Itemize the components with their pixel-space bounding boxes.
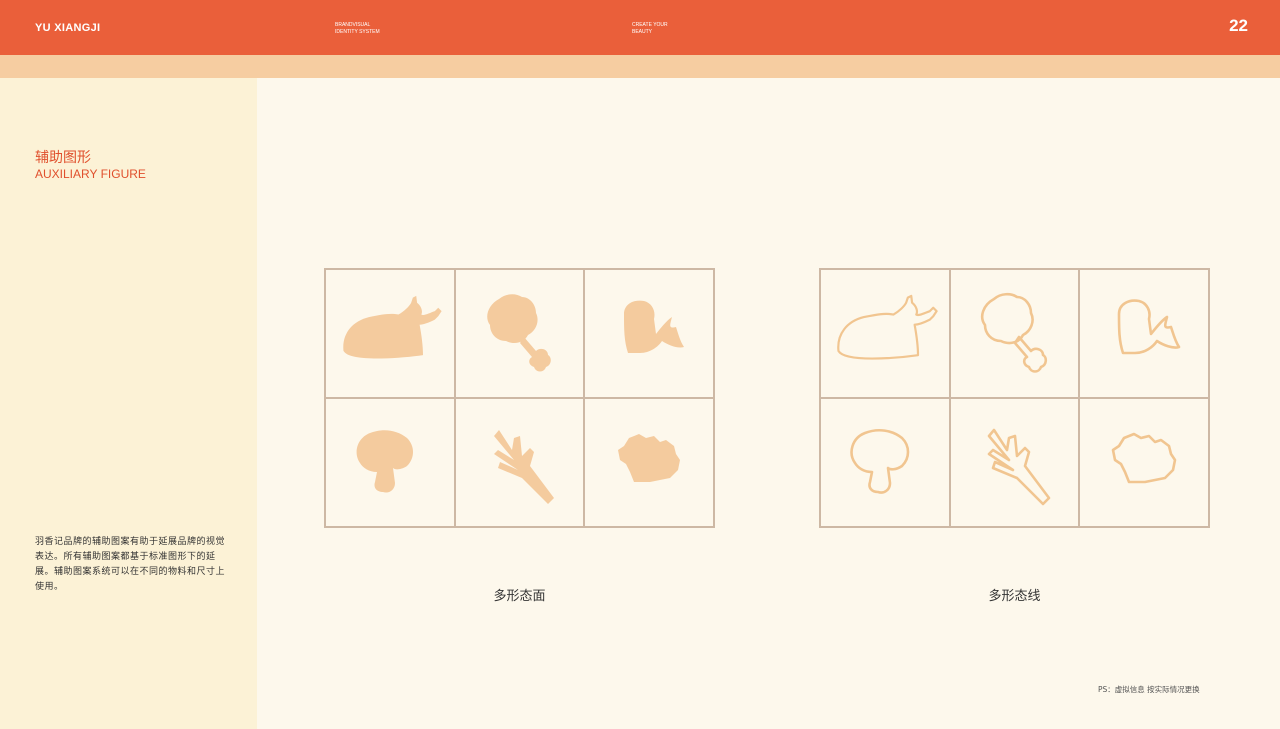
scallion-icon xyxy=(988,428,1051,505)
section-description: 羽香记品牌的辅助图案有助于延展品牌的视觉表达。所有辅助图案都基于标准图形下的延展… xyxy=(35,537,226,592)
footnote: PS：虚拟信息 按实际情况更换 xyxy=(1098,685,1200,694)
filled-icon-grid xyxy=(324,268,715,528)
drumstick-icon xyxy=(487,293,552,371)
grid-cell xyxy=(584,398,714,527)
broccoli-icon xyxy=(1111,432,1177,483)
grid-cell xyxy=(820,398,950,527)
brand-name: YU XIANGJI xyxy=(35,22,101,34)
roast-chicken-icon xyxy=(837,294,938,360)
outline-panel-label: 多形态线 xyxy=(988,589,1041,604)
grid-cell xyxy=(949,398,1080,527)
scallion-icon xyxy=(494,429,555,504)
mushroom-icon xyxy=(356,429,413,493)
mushroom-icon xyxy=(850,428,910,494)
filled-panel-label: 多形态面 xyxy=(493,589,546,604)
grid-cell xyxy=(454,269,585,398)
section-title-cn: 辅助图形 xyxy=(35,150,91,166)
roast-chicken-icon xyxy=(343,295,442,359)
chicken-wing-icon xyxy=(624,300,685,353)
header-subbar xyxy=(0,55,1280,78)
header-tagline-beauty: CREATE YOUR BEAUTY xyxy=(632,22,668,35)
grid-cell xyxy=(325,269,455,398)
page-number: 22 xyxy=(1229,16,1248,35)
grid-cell xyxy=(1079,398,1209,527)
outline-icon-grid xyxy=(819,268,1210,528)
grid-cell xyxy=(454,398,585,527)
broccoli-icon xyxy=(618,433,681,482)
chicken-wing-icon xyxy=(1117,298,1181,354)
header-tagline-identity: BRANDVISUAL IDENTITY SYSTEM xyxy=(335,22,380,35)
grid-cell xyxy=(949,269,1080,398)
drumstick-icon xyxy=(981,292,1048,373)
section-title-en: AUXILIARY FIGURE xyxy=(35,167,146,181)
grid-cell xyxy=(1079,269,1209,398)
grid-cell xyxy=(325,398,455,527)
grid-cell xyxy=(820,269,950,398)
grid-cell xyxy=(584,269,714,398)
